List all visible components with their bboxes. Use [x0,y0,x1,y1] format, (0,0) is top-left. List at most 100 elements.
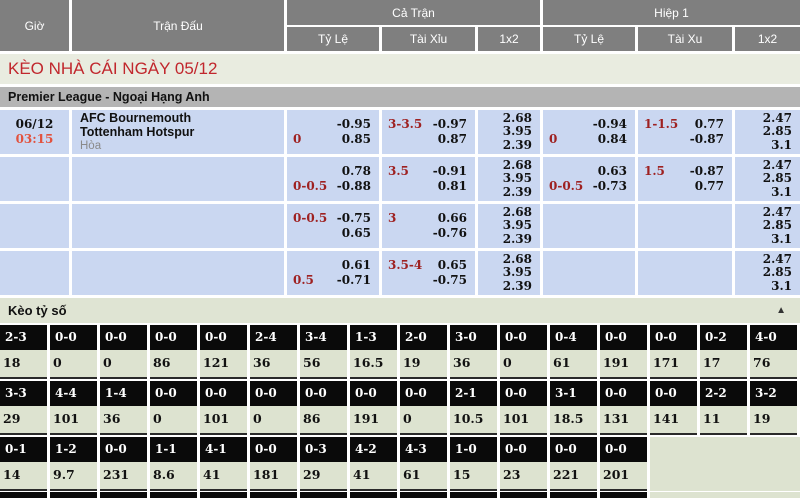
score-odds-value[interactable]: 36 [100,406,147,435]
odds-value[interactable]: -0.94 [593,117,627,132]
home-win-odds[interactable]: 2.68 [503,206,532,220]
away-win-odds[interactable]: 2.39 [503,186,532,200]
score-odds-value[interactable]: 41 [350,462,397,491]
score-odds-column[interactable]: 0-0 191 [600,325,647,379]
full-time-handicap-cell[interactable]: 0.61 0.5-0.71 [287,251,379,295]
score-odds-column[interactable]: 3-4 56 [300,325,347,379]
score-odds-value[interactable]: 36 [250,350,297,379]
odds-value[interactable]: -0.88 [337,179,371,194]
first-half-1x2-cell[interactable]: 2.47 2.85 3.1 [735,110,800,154]
away-win-odds[interactable]: 2.39 [503,280,532,294]
score-odds-column[interactable]: 3-2 19 [750,381,797,435]
away-win-odds[interactable]: 2.39 [503,233,532,247]
first-half-over-under-cell[interactable] [638,204,732,248]
score-odds-column[interactable]: 0-0 141 [650,381,697,435]
odds-value[interactable]: 0.66 [438,211,467,226]
score-odds-column[interactable]: 0-4 61 [550,325,597,379]
score-odds-column[interactable]: 0-0 0 [250,381,297,435]
score-odds-value[interactable]: 101 [500,406,547,435]
score-odds-value[interactable]: 0 [150,406,197,435]
odds-value[interactable]: 0.85 [342,132,371,147]
odds-value[interactable]: 0.63 [598,164,627,179]
odds-value[interactable]: 0.61 [342,258,371,273]
score-odds-column[interactable]: 0-0 0 [500,325,547,379]
first-half-1x2-cell[interactable]: 2.47 2.85 3.1 [735,157,800,201]
score-odds-value[interactable]: 29 [0,406,47,435]
score-odds-column[interactable]: 0-0 86 [300,381,347,435]
first-half-over-under-cell[interactable] [638,251,732,295]
score-odds-column[interactable]: 0-0 171 [650,325,697,379]
odds-value[interactable]: -0.95 [337,117,371,132]
score-odds-value[interactable]: 131 [600,406,647,435]
draw-odds[interactable]: 3.95 [503,172,532,186]
full-time-1x2-cell[interactable]: 2.68 3.95 2.39 [478,157,540,201]
score-odds-value[interactable]: 18.5 [550,406,597,435]
full-time-1x2-cell[interactable]: 2.68 3.95 2.39 [478,251,540,295]
score-odds-value[interactable]: 56 [300,350,347,379]
score-odds-value[interactable]: 101 [50,406,97,435]
score-odds-column[interactable]: 4-4 101 [50,381,97,435]
score-odds-value[interactable]: 121 [200,350,247,379]
score-odds-value[interactable]: 0 [250,406,297,435]
draw-odds[interactable]: 2.85 [763,219,792,233]
score-odds-value[interactable]: 201 [600,462,647,491]
score-odds-column[interactable]: 2-0 19 [400,325,447,379]
full-time-1x2-cell[interactable]: 2.68 3.95 2.39 [478,110,540,154]
odds-value[interactable]: -0.97 [433,117,467,132]
odds-value[interactable]: -0.91 [433,164,467,179]
home-win-odds[interactable]: 2.68 [503,112,532,126]
score-odds-column[interactable]: 1-1 8.6 [150,437,197,491]
home-win-odds[interactable]: 2.68 [503,253,532,267]
match-teams-cell[interactable]: AFC Bournemouth Tottenham Hotspur Hòa [72,110,284,154]
score-odds-column[interactable]: 0-1 14 [0,437,47,491]
odds-value[interactable]: 0.77 [695,179,724,194]
score-odds-value[interactable]: 61 [400,462,447,491]
score-odds-column[interactable]: 0-2 17 [700,325,747,379]
score-odds-column[interactable]: 0-0 0 [50,325,97,379]
odds-value[interactable]: -0.76 [433,226,467,241]
score-odds-column[interactable]: 2-1 10.5 [450,381,497,435]
draw-odds[interactable]: 2.85 [763,125,792,139]
score-odds-column[interactable]: 0-0 131 [600,381,647,435]
odds-value[interactable]: -0.75 [433,273,467,288]
first-half-over-under-cell[interactable]: 1.5-0.87 0.77 [638,157,732,201]
score-odds-column[interactable]: 2-3 18 [0,325,47,379]
score-odds-value[interactable]: 23 [500,462,547,491]
odds-value[interactable]: -0.75 [337,211,371,226]
score-odds-value[interactable]: 141 [650,406,697,435]
score-odds-value[interactable]: 10.5 [450,406,497,435]
score-odds-column[interactable]: 0-0 231 [100,437,147,491]
score-odds-column[interactable]: 0-3 29 [300,437,347,491]
score-odds-value[interactable]: 8.6 [150,462,197,491]
match-teams-cell[interactable] [72,204,284,248]
first-half-handicap-cell[interactable] [543,251,635,295]
odds-value[interactable]: -0.73 [593,179,627,194]
score-odds-value[interactable]: 29 [300,462,347,491]
score-odds-value[interactable]: 191 [350,406,397,435]
score-odds-column[interactable]: 0-0 181 [250,437,297,491]
score-odds-column[interactable]: 0-0 101 [200,381,247,435]
home-win-odds[interactable]: 2.47 [763,253,792,267]
first-half-over-under-cell[interactable]: 1-1.50.77 -0.87 [638,110,732,154]
odds-value[interactable]: 0.65 [438,258,467,273]
match-teams-cell[interactable] [72,251,284,295]
score-odds-column[interactable]: 1-0 15 [450,437,497,491]
score-odds-value[interactable]: 0 [400,406,447,435]
first-half-handicap-cell[interactable]: -0.94 00.84 [543,110,635,154]
score-odds-value[interactable]: 18 [0,350,47,379]
score-odds-value[interactable]: 11 [700,406,747,435]
match-teams-cell[interactable] [72,157,284,201]
away-win-odds[interactable]: 3.1 [771,233,792,247]
full-time-handicap-cell[interactable]: -0.95 00.85 [287,110,379,154]
score-odds-value[interactable]: 0 [50,350,97,379]
score-odds-column[interactable]: 4-1 41 [200,437,247,491]
draw-odds[interactable]: 2.85 [763,266,792,280]
odds-value[interactable]: 0.84 [598,132,627,147]
score-odds-column[interactable]: 0-0 0 [400,381,447,435]
score-odds-column[interactable]: 2-2 11 [700,381,747,435]
score-odds-column[interactable]: 3-1 18.5 [550,381,597,435]
score-odds-column[interactable]: 1-2 9.7 [50,437,97,491]
draw-odds[interactable]: 3.95 [503,266,532,280]
away-win-odds[interactable]: 3.1 [771,139,792,153]
score-odds-value[interactable]: 86 [150,350,197,379]
